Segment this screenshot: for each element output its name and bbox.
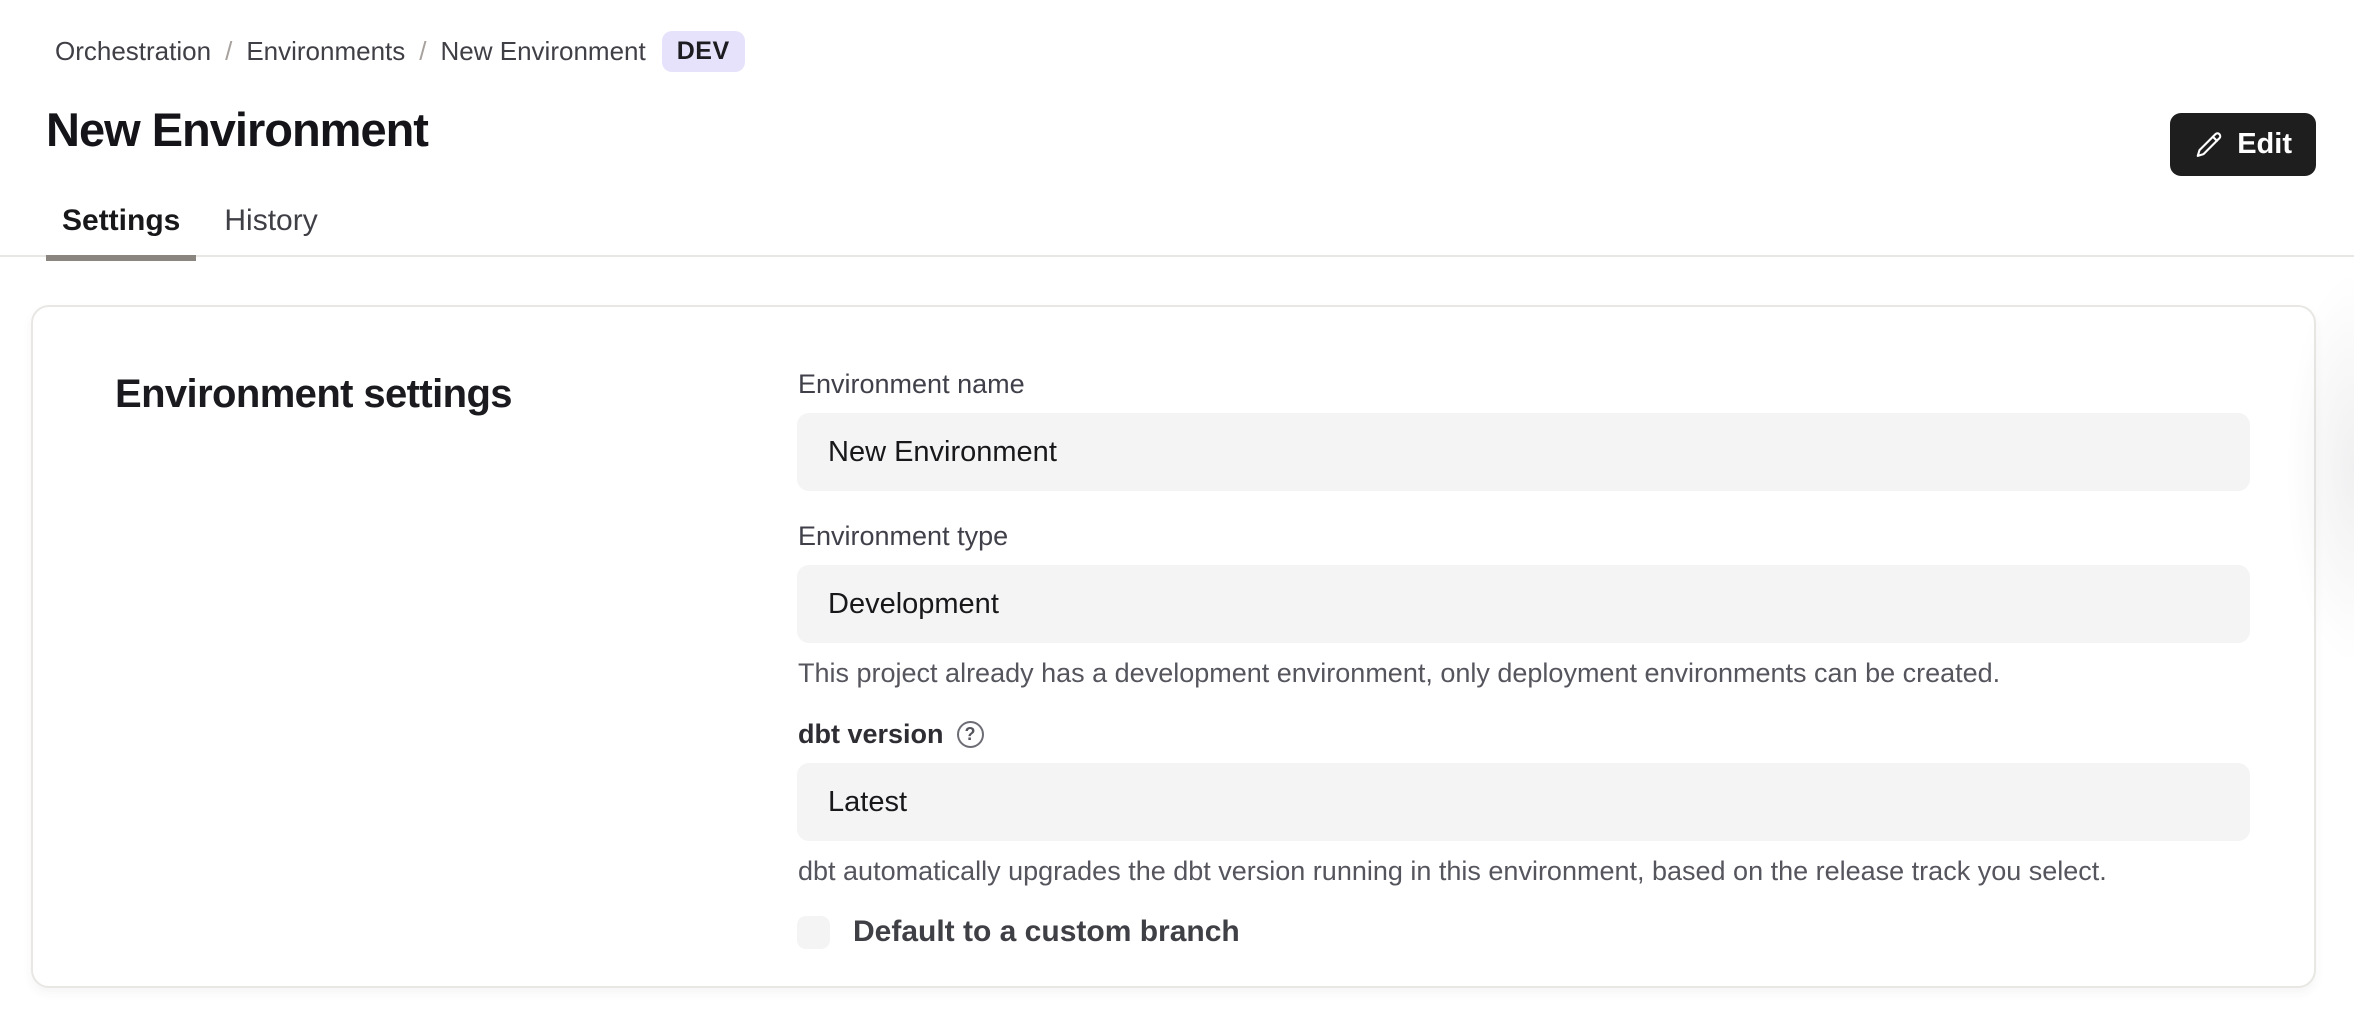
breadcrumb: Orchestration / Environments / New Envir… — [55, 28, 745, 74]
question-circle-icon[interactable]: ? — [957, 721, 984, 748]
card-heading: Environment settings — [115, 372, 797, 417]
dbt-version-input[interactable] — [797, 763, 2250, 841]
page-title: New Environment — [46, 102, 428, 157]
environment-settings-form: Environment name Environment type This p… — [797, 367, 2250, 949]
custom-branch-checkbox[interactable] — [797, 916, 830, 949]
environment-name-field: Environment name — [797, 367, 2250, 491]
dbt-version-label-row: dbt version ? — [798, 717, 2250, 751]
breadcrumb-orchestration[interactable]: Orchestration — [55, 36, 211, 67]
environment-type-label: Environment type — [798, 519, 2250, 553]
custom-branch-row: Default to a custom branch — [797, 915, 2250, 949]
tab-bar: Settings History — [46, 199, 334, 261]
environment-settings-card: Environment settings Environment name En… — [31, 305, 2316, 988]
tab-settings[interactable]: Settings — [46, 199, 196, 261]
breadcrumb-separator: / — [419, 36, 426, 67]
environment-type-input[interactable] — [797, 565, 2250, 643]
edit-button[interactable]: Edit — [2170, 113, 2316, 176]
breadcrumb-new-environment[interactable]: New Environment — [441, 36, 646, 67]
environment-name-label: Environment name — [798, 367, 2250, 401]
dbt-version-field: dbt version ? dbt automatically upgrades… — [797, 717, 2250, 887]
breadcrumb-separator: / — [225, 36, 232, 67]
edit-button-label: Edit — [2237, 128, 2292, 161]
environment-type-field: Environment type This project already ha… — [797, 519, 2250, 689]
environment-type-helper-text: This project already has a development e… — [798, 657, 2250, 689]
environment-type-badge: DEV — [662, 31, 745, 72]
breadcrumb-environments[interactable]: Environments — [246, 36, 405, 67]
dbt-version-helper-text: dbt automatically upgrades the dbt versi… — [798, 855, 2250, 887]
dbt-version-label: dbt version — [798, 717, 944, 751]
pencil-icon — [2194, 130, 2224, 160]
tab-history[interactable]: History — [208, 199, 333, 261]
environment-name-input[interactable] — [797, 413, 2250, 491]
custom-branch-label[interactable]: Default to a custom branch — [853, 915, 1240, 949]
tabs-divider — [0, 255, 2354, 257]
